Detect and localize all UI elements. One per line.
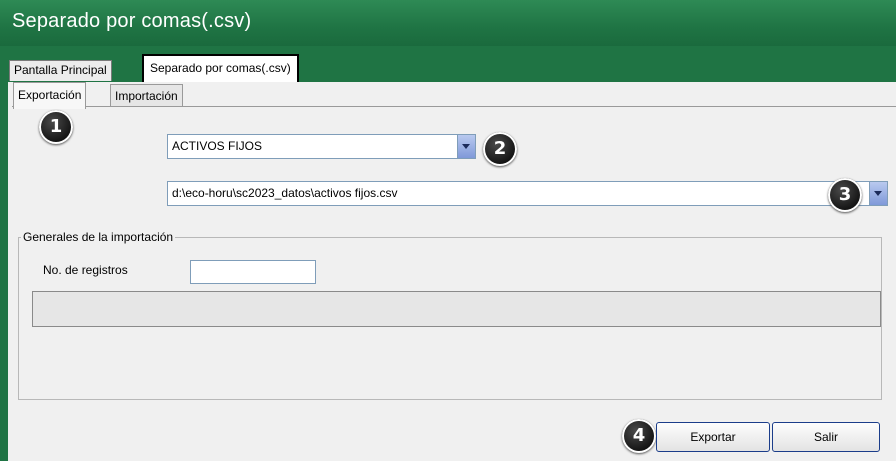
left-border	[0, 82, 8, 461]
group-legend: Generales de la importación	[23, 230, 174, 244]
content-panel: Exportación Importación 1 ACTIVOS FIJOS …	[8, 82, 896, 461]
exit-button[interactable]: Salir	[772, 422, 880, 452]
table-select-dropdown-button[interactable]	[457, 135, 475, 158]
export-button[interactable]: Exportar	[656, 422, 770, 452]
tab-importacion[interactable]: Importación	[110, 84, 183, 107]
records-field[interactable]	[190, 260, 316, 284]
tab-pantalla-principal[interactable]: Pantalla Principal	[9, 60, 112, 81]
tab-separado-por-comas[interactable]: Separado por comas(.csv)	[142, 54, 299, 84]
main-window: Separado por comas(.csv) Pantalla Princi…	[0, 0, 896, 461]
step-badge-2: 2	[483, 132, 517, 166]
top-tab-strip: Pantalla Principal Separado por comas(.c…	[0, 46, 896, 84]
chevron-down-icon	[874, 191, 882, 196]
step-badge-3: 3	[828, 178, 862, 212]
window-title: Separado por comas(.csv)	[12, 10, 252, 32]
step-badge-1: 1	[39, 110, 73, 144]
tab-exportacion[interactable]: Exportación	[13, 82, 87, 109]
chevron-down-icon	[462, 144, 470, 149]
title-bar: Separado por comas(.csv)	[0, 0, 896, 46]
table-select[interactable]: ACTIVOS FIJOS	[167, 134, 476, 159]
records-label: No. de registros	[43, 263, 128, 277]
file-path-value: d:\eco-horu\sc2023_datos\activos fijos.c…	[172, 186, 398, 200]
file-path-select[interactable]: d:\eco-horu\sc2023_datos\activos fijos.c…	[167, 181, 888, 206]
table-select-value: ACTIVOS FIJOS	[172, 139, 263, 153]
progress-bar	[32, 291, 881, 327]
file-path-dropdown-button[interactable]	[869, 182, 887, 205]
step-badge-4: 4	[622, 419, 656, 453]
tab-divider	[12, 106, 896, 107]
